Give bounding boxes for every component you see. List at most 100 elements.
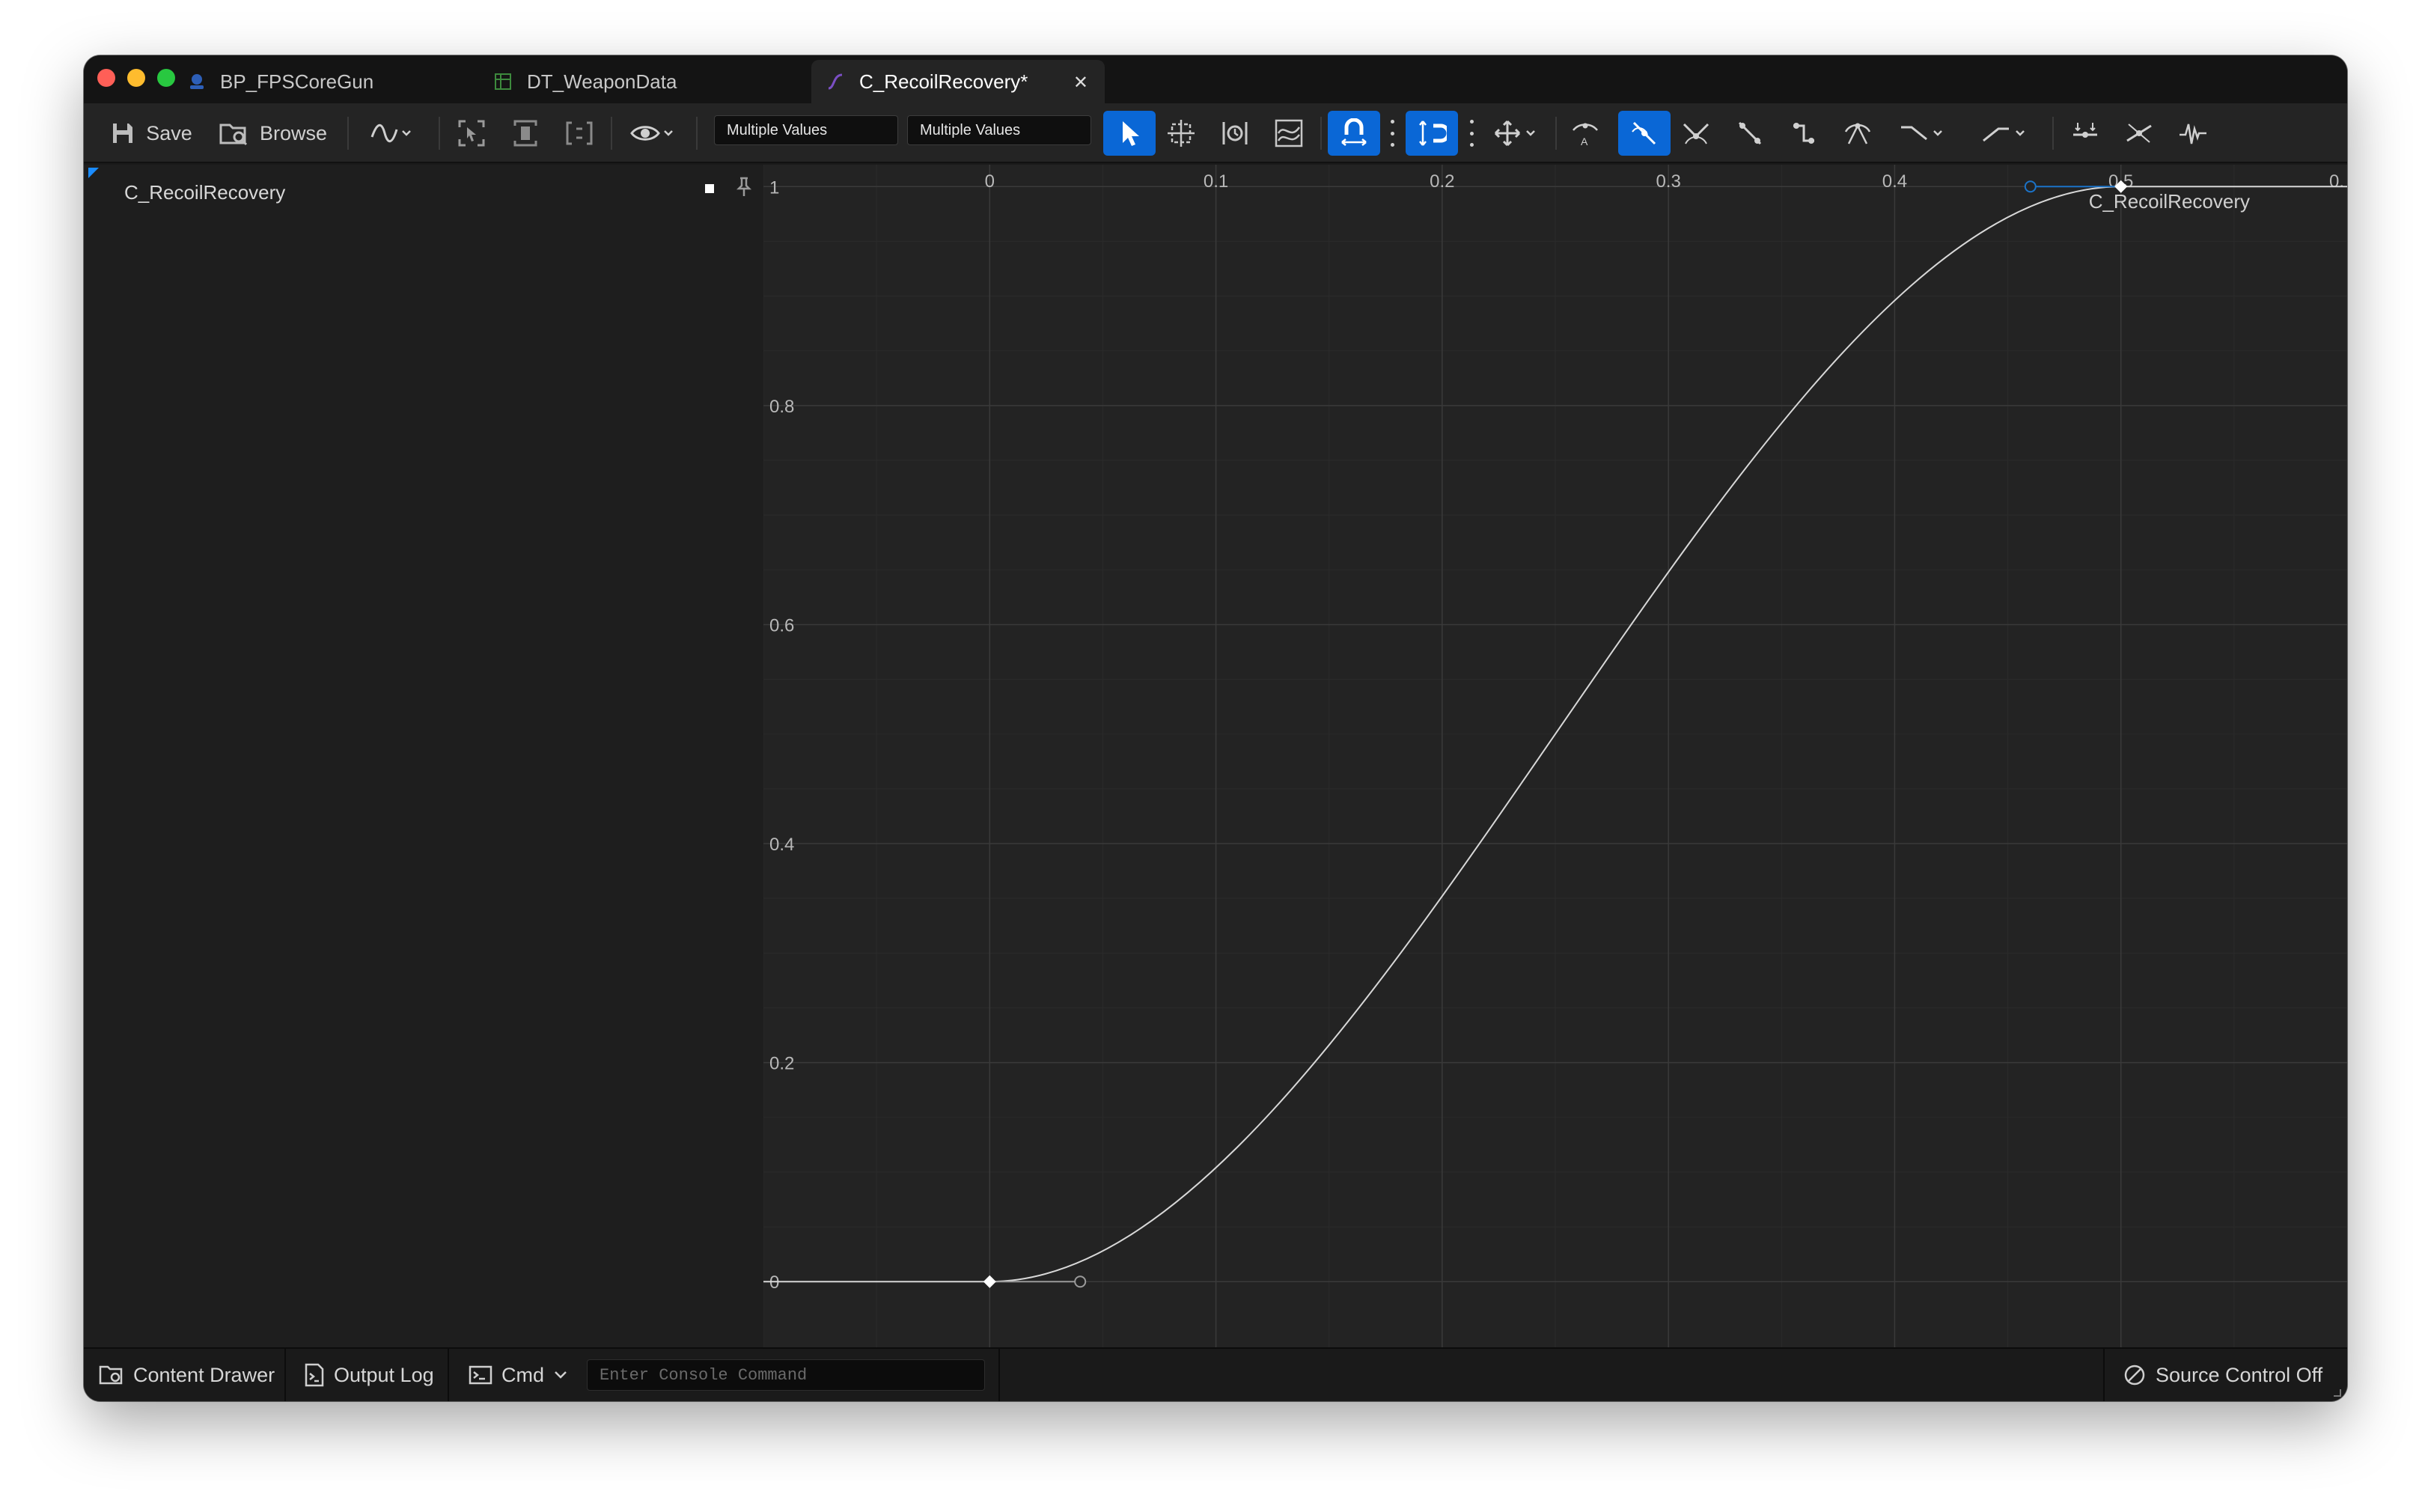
x-tick-label: 0.4	[1882, 171, 1907, 192]
y-tick-label: 0.2	[769, 1054, 794, 1074]
transform-icon	[1166, 118, 1196, 148]
tangent-weighted-button[interactable]	[1837, 111, 1879, 156]
browse-label: Browse	[259, 121, 328, 144]
y-tick-label: 0.8	[769, 397, 794, 417]
straighten-icon	[2124, 118, 2154, 148]
source-control-button[interactable]: Source Control Off	[2123, 1349, 2322, 1401]
curve-name-label: C_RecoilRecovery	[2089, 190, 2250, 213]
toolbar-divider	[611, 117, 612, 150]
select-tool-button[interactable]	[1103, 111, 1156, 156]
cursor-arrow-icon	[1117, 119, 1142, 147]
curve-graph-canvas[interactable]: 00.10.20.30.40.50. 00.20.40.60.81 C_Reco…	[763, 165, 2347, 1347]
frame-vertical-button[interactable]	[504, 111, 546, 156]
frame-horizontal-button[interactable]	[558, 111, 600, 156]
curve-display-dropdown[interactable]	[361, 111, 421, 156]
tangent-handle[interactable]	[1074, 1275, 1087, 1288]
source-control-label: Source Control Off	[2156, 1363, 2323, 1386]
tangent-auto-icon: A	[1570, 118, 1600, 148]
x-tick-label: 0.1	[1204, 171, 1228, 192]
browse-folder-icon	[219, 121, 249, 146]
statusbar-divider	[998, 1349, 1000, 1401]
cmd-dropdown[interactable]: Cmd	[469, 1349, 568, 1401]
tangent-auto-button[interactable]: A	[1564, 111, 1606, 156]
frame-horizontal-icon	[564, 118, 594, 148]
close-window-button[interactable]	[97, 69, 115, 87]
toolbar-divider	[439, 117, 440, 150]
svg-text:A: A	[1581, 135, 1588, 147]
frame-select-icon	[457, 118, 486, 148]
cmd-label: Cmd	[501, 1363, 545, 1386]
tangent-user-icon	[1629, 118, 1659, 148]
retime-tool-button[interactable]	[1214, 111, 1256, 156]
tab-bp-fpscoregun[interactable]: BP_FPSCoreGun	[187, 60, 373, 103]
pre-infinity-icon	[1900, 118, 1946, 148]
key-time-field[interactable]: Multiple Values	[714, 115, 898, 145]
tangent-user-button[interactable]	[1618, 111, 1671, 156]
filter-curves-button[interactable]	[2172, 111, 2214, 156]
toolbar: Save Browse Multiple Values Multiple Val…	[84, 103, 2347, 163]
multi-scale-tool-button[interactable]	[1268, 111, 1310, 156]
y-tick-label: 0.6	[769, 615, 794, 635]
x-tick-label: 0.	[2329, 171, 2344, 192]
curve-key[interactable]	[983, 1275, 996, 1288]
tab-label: C_RecoilRecovery*	[859, 70, 1028, 93]
flatten-icon	[2070, 118, 2100, 148]
wave-icon	[370, 121, 412, 146]
source-control-off-icon	[2123, 1363, 2147, 1387]
statusbar-divider	[448, 1349, 449, 1401]
curve-tree-item[interactable]: C_RecoilRecovery	[124, 181, 285, 204]
terminal-icon	[469, 1365, 492, 1386]
frame-vertical-icon	[510, 118, 540, 148]
curve-graph[interactable]: 00.10.20.30.40.50. 00.20.40.60.81 C_Reco…	[763, 165, 2347, 1347]
x-tick-label: 0	[985, 171, 995, 192]
transform-tool-button[interactable]	[1160, 111, 1202, 156]
output-log-icon	[304, 1363, 325, 1387]
browse-button[interactable]: Browse	[217, 111, 329, 156]
filter-icon	[2178, 118, 2208, 148]
straighten-tangents-button[interactable]	[2118, 111, 2160, 156]
save-icon	[110, 121, 135, 146]
tangent-linear-button[interactable]	[1729, 111, 1771, 156]
close-tab-icon[interactable]: ✕	[1073, 72, 1088, 94]
toolbar-divider	[1555, 117, 1557, 150]
view-options-dropdown[interactable]	[621, 111, 686, 156]
tangent-constant-button[interactable]	[1783, 111, 1825, 156]
maximize-window-button[interactable]	[157, 69, 175, 87]
minimize-window-button[interactable]	[127, 69, 145, 87]
pre-infinity-dropdown[interactable]	[1891, 111, 1955, 156]
snap-y-options-icon[interactable]	[1468, 120, 1474, 147]
magnet-horizontal-icon	[1339, 118, 1369, 148]
snap-y-button[interactable]	[1406, 111, 1458, 156]
move-arrows-icon	[1492, 118, 1539, 148]
content-drawer-button[interactable]: Content Drawer	[99, 1349, 275, 1401]
chevron-down-icon	[553, 1370, 568, 1380]
snap-x-button[interactable]	[1328, 111, 1380, 156]
zoom-to-fit-button[interactable]	[451, 111, 492, 156]
output-log-button[interactable]: Output Log	[304, 1349, 434, 1401]
axis-snap-dropdown[interactable]	[1483, 111, 1548, 156]
editor-window: BP_FPSCoreGun DT_WeaponData C_RecoilReco…	[84, 55, 2347, 1401]
key-value-field[interactable]: Multiple Values	[907, 115, 1091, 145]
console-command-input[interactable]: Enter Console Command	[587, 1359, 985, 1391]
content-drawer-icon	[99, 1364, 124, 1386]
tab-dt-weapondata[interactable]: DT_WeaponData	[492, 60, 687, 103]
pin-icon[interactable]	[736, 177, 752, 201]
statusbar-divider	[2103, 1349, 2105, 1401]
tangent-handle[interactable]	[2024, 180, 2037, 193]
resize-grip-icon[interactable]	[2334, 1389, 2341, 1397]
snap-x-options-icon[interactable]	[1389, 120, 1395, 147]
tab-label: DT_WeaponData	[527, 70, 677, 93]
datatable-icon	[492, 71, 513, 92]
y-tick-label: 1	[769, 177, 779, 198]
tangent-break-icon	[1681, 118, 1711, 148]
toolbar-divider	[1320, 117, 1322, 150]
x-tick-label: 0.2	[1430, 171, 1454, 192]
curve-color-square-icon[interactable]	[705, 184, 714, 193]
tab-label: BP_FPSCoreGun	[220, 70, 374, 93]
toolbar-divider	[696, 117, 698, 150]
flatten-tangents-button[interactable]	[2064, 111, 2106, 156]
post-infinity-dropdown[interactable]	[1973, 111, 2037, 156]
tangent-break-button[interactable]	[1675, 111, 1717, 156]
save-button[interactable]: Save	[106, 111, 196, 156]
tab-c-recoilrecovery[interactable]: C_RecoilRecovery* ✕	[811, 60, 1105, 103]
